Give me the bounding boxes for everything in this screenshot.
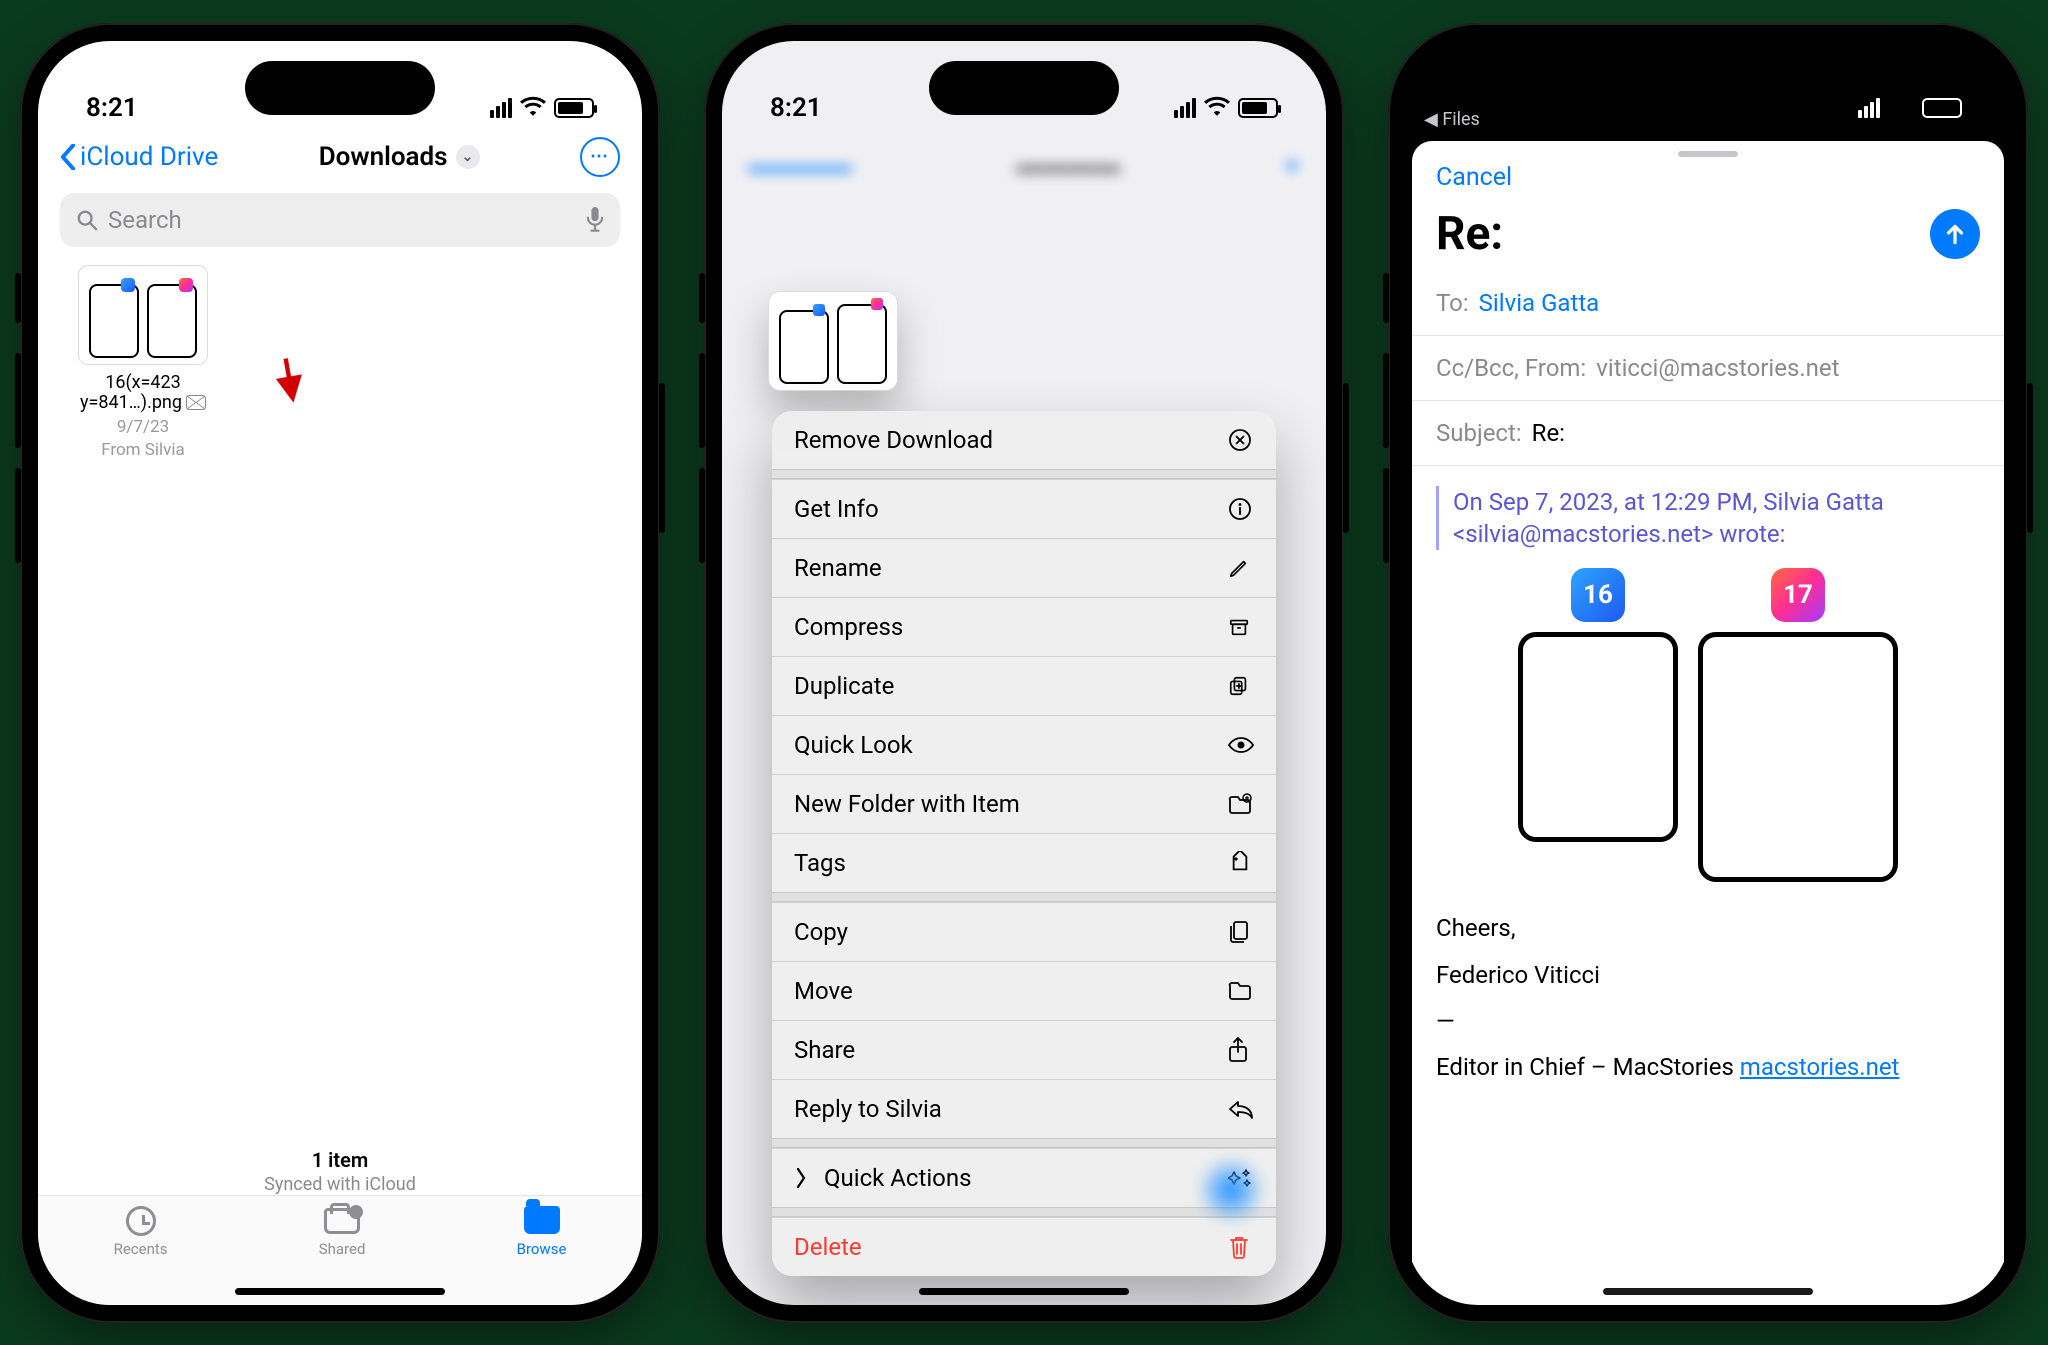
folder-plus-icon	[1228, 793, 1254, 815]
remove-icon	[1228, 428, 1254, 452]
file-date: 9/7/23	[68, 418, 218, 438]
menu-share[interactable]: Share	[772, 1020, 1276, 1079]
blurred-tab-icon	[1196, 1155, 1266, 1225]
subject-field[interactable]: Subject:Re:	[1412, 401, 2004, 466]
menu-new-folder[interactable]: New Folder with Item	[772, 774, 1276, 833]
ipad-outline-small	[1518, 632, 1678, 842]
file-name-line2: y=841…).png	[68, 393, 218, 414]
tab-recents[interactable]: Recents	[114, 1206, 168, 1258]
archive-icon	[1228, 616, 1254, 638]
quoted-header: On Sep 7, 2023, at 12:29 PM, Silvia Gatt…	[1436, 486, 1980, 551]
menu-duplicate[interactable]: Duplicate	[772, 656, 1276, 715]
ipad-outline-large	[1698, 632, 1898, 882]
footer-status: 1 item Synced with iCloud	[38, 1148, 642, 1195]
three-iphone-screenshots: 8:21 iCloud Drive Downloads ⌄ ⋯	[0, 0, 2048, 1345]
file-thumbnail	[78, 265, 208, 365]
chevron-down-icon: ⌄	[456, 145, 480, 169]
cancel-button[interactable]: Cancel	[1436, 163, 1512, 192]
duplicate-icon	[1228, 675, 1254, 697]
search-input[interactable]: Search	[60, 193, 620, 247]
to-field[interactable]: To:Silvia Gatta	[1412, 271, 2004, 336]
more-button[interactable]: ⋯	[580, 137, 620, 177]
dynamic-island	[245, 61, 435, 115]
context-menu: Remove Download Get Info Rename Compress…	[772, 411, 1276, 1276]
pencil-icon	[1228, 557, 1254, 579]
menu-delete[interactable]: Delete	[772, 1217, 1276, 1276]
dynamic-island	[929, 61, 1119, 115]
nav-bar: iCloud Drive Downloads ⌄ ⋯	[38, 131, 642, 187]
battery-icon	[1922, 98, 1962, 118]
menu-reply[interactable]: Reply to Silvia	[772, 1079, 1276, 1138]
status-time: 8:21	[770, 93, 822, 123]
cc-from-field[interactable]: Cc/Bcc, From:viticci@macstories.net	[1412, 336, 2004, 401]
menu-get-info[interactable]: Get Info	[772, 479, 1276, 538]
file-name-line1: 16(x=423	[68, 373, 218, 394]
home-indicator[interactable]	[1603, 1288, 1813, 1295]
compose-sheet: Cancel Re: To:Silvia Gatta Cc/Bcc, From:…	[1412, 141, 2004, 1305]
subject-heading: Re:	[1436, 207, 1503, 261]
send-button[interactable]	[1930, 209, 1980, 259]
quoted-image: 16 17	[1436, 568, 1980, 882]
mic-icon[interactable]	[586, 207, 604, 233]
mail-attachment-icon	[186, 395, 206, 410]
reply-icon	[1228, 1099, 1254, 1119]
file-preview[interactable]	[768, 291, 898, 391]
blurred-nav: ▬▬▬▬▬▬▬▬●	[722, 131, 1326, 198]
status-time: 8:21	[86, 93, 138, 123]
menu-compress[interactable]: Compress	[772, 597, 1276, 656]
menu-move[interactable]: Move	[772, 961, 1276, 1020]
cellular-icon	[1858, 98, 1880, 118]
phone-3-mail-compose: 8:21➤ ◀ Files Cancel Re: To:Silvia Gatta…	[1388, 23, 2028, 1323]
info-icon	[1228, 497, 1254, 521]
tag-icon	[1228, 851, 1254, 875]
search-icon	[76, 209, 98, 231]
page-title[interactable]: Downloads ⌄	[319, 142, 480, 172]
menu-tags[interactable]: Tags	[772, 833, 1276, 892]
dynamic-island	[1613, 61, 1803, 115]
share-icon	[1228, 1037, 1254, 1063]
cellular-icon	[1174, 98, 1196, 118]
back-label: iCloud Drive	[80, 142, 218, 172]
battery-icon	[1238, 98, 1278, 118]
folder-icon	[1228, 981, 1254, 1001]
home-indicator[interactable]	[235, 1288, 445, 1295]
wifi-icon	[520, 93, 546, 123]
menu-remove-download[interactable]: Remove Download	[772, 411, 1276, 469]
tab-browse[interactable]: Browse	[517, 1206, 567, 1258]
copy-icon	[1228, 920, 1254, 944]
wifi-icon	[1204, 93, 1230, 123]
cellular-icon	[490, 98, 512, 118]
ios16-badge: 16	[1571, 568, 1625, 622]
trash-icon	[1228, 1235, 1254, 1259]
annotation-arrow-icon	[259, 352, 320, 413]
search-placeholder: Search	[108, 206, 182, 234]
menu-quick-look[interactable]: Quick Look	[772, 715, 1276, 774]
tab-shared[interactable]: Shared	[319, 1206, 366, 1258]
back-to-app[interactable]: ◀ Files	[1424, 109, 1480, 130]
menu-rename[interactable]: Rename	[772, 538, 1276, 597]
home-indicator[interactable]	[919, 1288, 1129, 1295]
battery-icon	[554, 98, 594, 118]
back-button[interactable]: iCloud Drive	[60, 142, 218, 172]
file-item[interactable]: 16(x=423 y=841…).png 9/7/23 From Silvia	[68, 265, 218, 461]
phone-2-context-menu: 8:21 ▬▬▬▬▬▬▬▬● Remove Download Get Info …	[704, 23, 1344, 1323]
file-from: From Silvia	[68, 441, 218, 461]
ios17-badge: 17	[1771, 568, 1825, 622]
sheet-grabber[interactable]	[1678, 151, 1738, 157]
menu-copy[interactable]: Copy	[772, 902, 1276, 961]
message-body[interactable]: On Sep 7, 2023, at 12:29 PM, Silvia Gatt…	[1412, 466, 2004, 1305]
signature: Cheers, Federico Viticci — Editor in Chi…	[1436, 912, 1980, 1084]
eye-icon	[1228, 736, 1254, 754]
phone-1-files-browse: 8:21 iCloud Drive Downloads ⌄ ⋯	[20, 23, 660, 1323]
signature-link[interactable]: macstories.net	[1740, 1053, 1900, 1081]
